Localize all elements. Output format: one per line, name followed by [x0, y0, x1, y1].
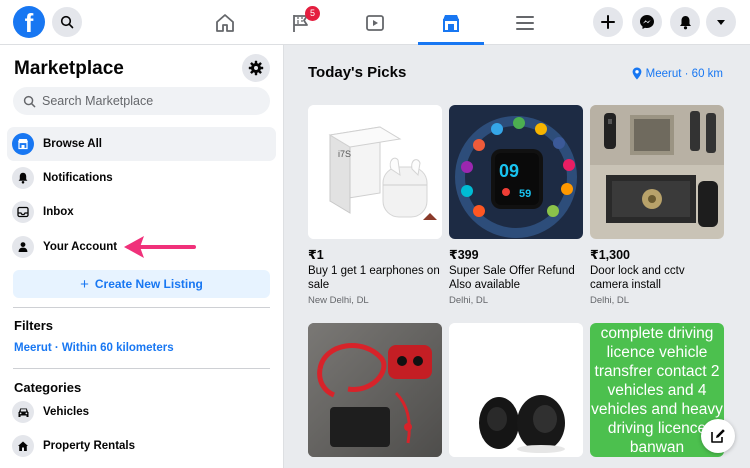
search-button[interactable] — [52, 7, 82, 37]
search-icon — [60, 15, 74, 29]
listing-card[interactable]: ₹1,300 Door lock and cctv camera install… — [590, 105, 724, 306]
annotation-arrow — [124, 236, 196, 258]
divider — [13, 368, 270, 369]
menu-icon — [516, 15, 534, 30]
messenger-icon — [640, 15, 654, 29]
sidebar-item-inbox[interactable]: Inbox — [7, 195, 276, 229]
create-new-listing-button[interactable]: + Create New Listing — [13, 270, 270, 298]
categories-heading: Categories — [14, 380, 82, 395]
marketplace-feed: Today's Picks Meerut · 60 km i7S ₹1 Buy … — [285, 45, 750, 468]
person-icon — [12, 236, 34, 258]
account-menu-button[interactable] — [706, 7, 736, 37]
sidebar-item-notifications[interactable]: Notifications — [7, 161, 276, 195]
notifications-button[interactable] — [670, 7, 700, 37]
category-vehicles[interactable]: Vehicles — [7, 395, 276, 429]
location-selector[interactable]: Meerut · 60 km — [632, 67, 723, 80]
compose-icon — [711, 429, 725, 443]
section-title: Today's Picks — [308, 64, 407, 81]
tab-home[interactable] — [192, 0, 258, 45]
listing-image: i7S — [308, 105, 442, 239]
tab-pages[interactable]: 5 — [268, 0, 334, 45]
sidebar-item-label: Your Account — [43, 241, 118, 253]
listing-image — [308, 323, 442, 457]
watch-icon — [366, 14, 384, 31]
listing-location: Delhi, DL — [590, 295, 630, 306]
location-pin-icon — [632, 67, 642, 80]
caret-down-icon — [717, 20, 725, 25]
home-icon — [216, 13, 234, 32]
listing-title: Super Sale Offer Refund Also available — [449, 265, 575, 291]
marketplace-icon — [443, 14, 459, 32]
gear-icon — [248, 60, 264, 76]
settings-button[interactable] — [242, 54, 270, 82]
filters-heading: Filters — [14, 318, 54, 333]
category-label: Property Rentals — [43, 440, 136, 452]
sidebar-item-label: Inbox — [43, 206, 74, 218]
sidebar-item-browse-all[interactable]: Browse All — [7, 127, 276, 161]
listing-card[interactable] — [308, 323, 442, 457]
plus-icon: + — [80, 275, 89, 293]
marketplace-sidebar: Marketplace Browse All — [0, 45, 284, 468]
messenger-button[interactable] — [632, 7, 662, 37]
box-label: i7S — [338, 149, 351, 159]
listing-title: Buy 1 get 1 earphones on sale — [308, 265, 440, 291]
storefront-icon — [12, 133, 34, 155]
facebook-logo[interactable]: f — [13, 6, 45, 38]
listing-location: New Delhi, DL — [308, 295, 369, 306]
create-button[interactable] — [593, 7, 623, 37]
tab-watch[interactable] — [342, 0, 408, 45]
divider — [13, 307, 270, 308]
search-icon — [23, 95, 36, 107]
listing-card[interactable]: i7S ₹1 Buy 1 get 1 earphones on sale New… — [308, 105, 442, 306]
location-filter-link[interactable]: Meerut · Within 60 kilometers — [14, 342, 174, 354]
listing-image — [449, 323, 583, 457]
listing-price: ₹1,300 — [590, 248, 630, 262]
compose-message-button[interactable] — [701, 419, 735, 453]
inbox-icon — [12, 201, 34, 223]
house-icon — [12, 435, 34, 457]
category-property-rentals[interactable]: Property Rentals — [7, 429, 276, 463]
tab-menu[interactable] — [492, 0, 558, 45]
location-label: Meerut · 60 km — [645, 67, 723, 80]
create-listing-label: Create New Listing — [94, 277, 203, 291]
category-label: Vehicles — [43, 406, 90, 418]
search-marketplace-field[interactable] — [13, 87, 270, 115]
listing-title: Door lock and cctv camera install — [590, 265, 685, 291]
search-input[interactable] — [42, 94, 262, 108]
top-navigation-bar: f 5 — [0, 0, 750, 45]
page-title: Marketplace — [14, 58, 124, 79]
tab-marketplace[interactable] — [418, 0, 484, 45]
listing-card[interactable]: 09 59 ₹399 Super Sale Offer Refund Also … — [449, 105, 583, 306]
listing-price: ₹399 — [449, 248, 479, 262]
notification-count-badge: 5 — [305, 6, 320, 21]
listing-location: Delhi, DL — [449, 295, 489, 306]
listing-image: 09 59 — [449, 105, 583, 239]
car-icon — [12, 401, 34, 423]
bell-icon — [679, 15, 691, 29]
sidebar-item-label: Notifications — [43, 172, 113, 184]
watch-time: 09 — [499, 161, 519, 181]
listing-price: ₹1 — [308, 248, 324, 262]
sidebar-item-label: Browse All — [43, 138, 103, 150]
listing-card[interactable] — [449, 323, 583, 457]
plus-icon — [601, 15, 615, 29]
logo-letter: f — [24, 8, 34, 38]
bell-icon — [12, 167, 34, 189]
listing-image — [590, 105, 724, 239]
watch-sub: 59 — [519, 188, 531, 200]
